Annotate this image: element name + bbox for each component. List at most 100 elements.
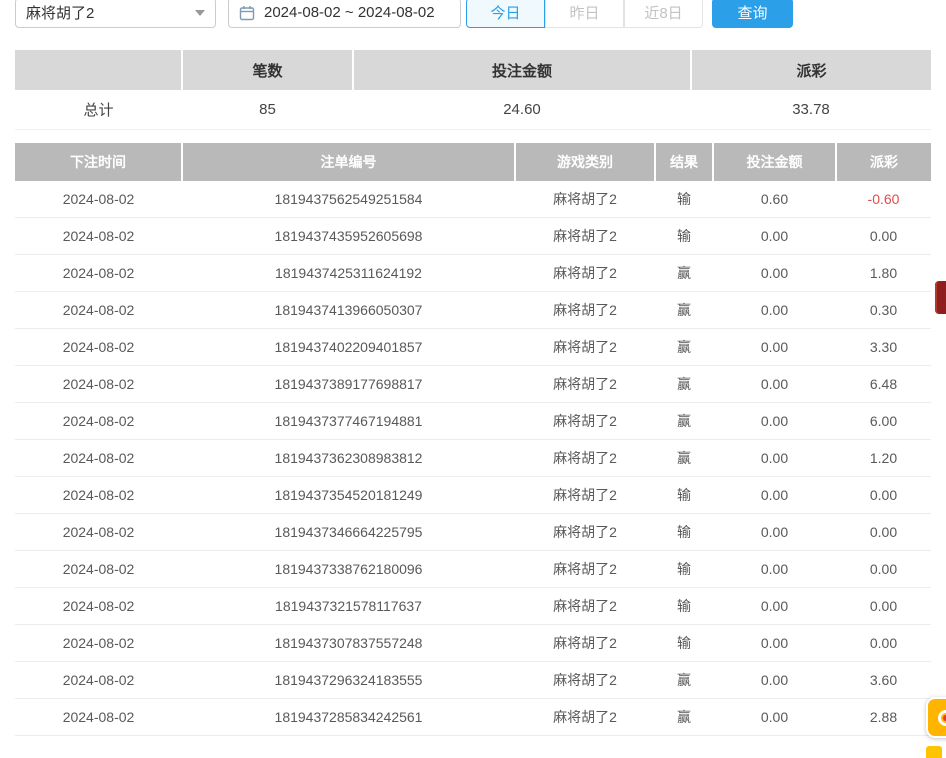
bet-amount-cell: 0.00 [713, 477, 836, 514]
bet-table-header-row: 下注时间 注单编号 游戏类别 结果 投注金额 派彩 [15, 143, 931, 181]
order-id-cell: 1819437413966050307 [182, 292, 515, 329]
last-8-days-button[interactable]: 近8日 [624, 0, 703, 28]
payout-cell: 0.00 [836, 551, 931, 588]
table-row: 2024-08-021819437562549251584麻将胡了2输0.60-… [15, 181, 931, 218]
game-type-cell: 麻将胡了2 [515, 181, 655, 218]
bet-time-cell: 2024-08-02 [15, 551, 182, 588]
result-cell: 输 [655, 551, 713, 588]
bet-time-cell: 2024-08-02 [15, 625, 182, 662]
payout-cell: 0.00 [836, 625, 931, 662]
header-order-id: 注单编号 [182, 143, 515, 181]
payout-cell: 0.00 [836, 514, 931, 551]
table-row: 2024-08-021819437362308983812麻将胡了2赢0.001… [15, 440, 931, 477]
table-row: 2024-08-021819437435952605698麻将胡了2输0.000… [15, 218, 931, 255]
order-id-cell: 1819437377467194881 [182, 403, 515, 440]
game-type-cell: 麻将胡了2 [515, 403, 655, 440]
result-cell: 赢 [655, 662, 713, 699]
payout-cell: 3.60 [836, 662, 931, 699]
bet-time-cell: 2024-08-02 [15, 292, 182, 329]
result-cell: 输 [655, 218, 713, 255]
order-id-cell: 1819437362308983812 [182, 440, 515, 477]
bet-time-cell: 2024-08-02 [15, 514, 182, 551]
headset-icon [938, 710, 946, 726]
summary-total-row: 总计 85 24.60 33.78 [15, 90, 931, 129]
result-cell: 输 [655, 477, 713, 514]
date-range-value: 2024-08-02 ~ 2024-08-02 [264, 4, 435, 21]
order-id-cell: 1819437435952605698 [182, 218, 515, 255]
bet-amount-cell: 0.00 [713, 551, 836, 588]
result-cell: 赢 [655, 403, 713, 440]
bet-amount-cell: 0.00 [713, 366, 836, 403]
bet-amount-cell: 0.00 [713, 440, 836, 477]
bet-table-body: 2024-08-021819437562549251584麻将胡了2输0.60-… [15, 181, 931, 736]
game-type-cell: 麻将胡了2 [515, 514, 655, 551]
order-id-cell: 1819437296324183555 [182, 662, 515, 699]
game-type-cell: 麻将胡了2 [515, 329, 655, 366]
table-row: 2024-08-021819437338762180096麻将胡了2输0.000… [15, 551, 931, 588]
secondary-float-icon[interactable] [926, 746, 942, 758]
game-type-cell: 麻将胡了2 [515, 255, 655, 292]
result-cell: 赢 [655, 329, 713, 366]
order-id-cell: 1819437354520181249 [182, 477, 515, 514]
summary-header-count: 笔数 [182, 50, 353, 90]
payout-cell: 0.30 [836, 292, 931, 329]
bet-amount-cell: 0.00 [713, 218, 836, 255]
bet-amount-cell: 0.00 [713, 255, 836, 292]
bet-time-cell: 2024-08-02 [15, 181, 182, 218]
date-range-input[interactable]: 2024-08-02 ~ 2024-08-02 [228, 0, 461, 28]
bet-time-cell: 2024-08-02 [15, 255, 182, 292]
game-type-cell: 麻将胡了2 [515, 588, 655, 625]
bet-amount-cell: 0.00 [713, 292, 836, 329]
result-cell: 赢 [655, 440, 713, 477]
game-type-cell: 麻将胡了2 [515, 292, 655, 329]
today-button[interactable]: 今日 [466, 0, 545, 28]
game-type-cell: 麻将胡了2 [515, 218, 655, 255]
table-row: 2024-08-021819437354520181249麻将胡了2输0.000… [15, 477, 931, 514]
summary-header-blank [15, 50, 182, 90]
bet-amount-cell: 0.00 [713, 588, 836, 625]
game-type-cell: 麻将胡了2 [515, 366, 655, 403]
payout-cell: 1.80 [836, 255, 931, 292]
yesterday-button[interactable]: 昨日 [545, 0, 624, 28]
bet-amount-cell: 0.00 [713, 699, 836, 736]
header-payout: 派彩 [836, 143, 931, 181]
promo-ribbon-float[interactable] [935, 281, 946, 314]
table-row: 2024-08-021819437307837557248麻将胡了2输0.000… [15, 625, 931, 662]
game-select[interactable]: 麻将胡了2 [15, 0, 216, 28]
result-cell: 赢 [655, 255, 713, 292]
bet-time-cell: 2024-08-02 [15, 366, 182, 403]
payout-cell: 0.00 [836, 588, 931, 625]
table-row: 2024-08-021819437377467194881麻将胡了2赢0.006… [15, 403, 931, 440]
table-row: 2024-08-021819437389177698817麻将胡了2赢0.006… [15, 366, 931, 403]
search-button[interactable]: 查询 [712, 0, 793, 28]
summary-total-count: 85 [182, 90, 353, 129]
game-type-cell: 麻将胡了2 [515, 662, 655, 699]
order-id-cell: 1819437562549251584 [182, 181, 515, 218]
result-cell: 赢 [655, 366, 713, 403]
header-bet-time: 下注时间 [15, 143, 182, 181]
result-cell: 输 [655, 514, 713, 551]
order-id-cell: 1819437389177698817 [182, 366, 515, 403]
bet-time-cell: 2024-08-02 [15, 477, 182, 514]
summary-table: 笔数 投注金额 派彩 总计 85 24.60 33.78 [15, 50, 931, 130]
payout-cell: 0.00 [836, 477, 931, 514]
bet-amount-cell: 0.00 [713, 662, 836, 699]
summary-header-payout: 派彩 [691, 50, 931, 90]
summary-header-row: 笔数 投注金额 派彩 [15, 50, 931, 90]
game-type-cell: 麻将胡了2 [515, 699, 655, 736]
result-cell: 输 [655, 181, 713, 218]
table-row: 2024-08-021819437346664225795麻将胡了2输0.000… [15, 514, 931, 551]
table-row: 2024-08-021819437285834242561麻将胡了2赢0.002… [15, 699, 931, 736]
table-row: 2024-08-021819437413966050307麻将胡了2赢0.000… [15, 292, 931, 329]
bet-amount-cell: 0.00 [713, 625, 836, 662]
dropdown-caret-icon [195, 10, 205, 16]
bet-time-cell: 2024-08-02 [15, 588, 182, 625]
bet-time-cell: 2024-08-02 [15, 403, 182, 440]
bet-time-cell: 2024-08-02 [15, 218, 182, 255]
order-id-cell: 1819437321578117637 [182, 588, 515, 625]
order-id-cell: 1819437307837557248 [182, 625, 515, 662]
customer-service-float-icon[interactable] [926, 697, 946, 738]
table-row: 2024-08-021819437402209401857麻将胡了2赢0.003… [15, 329, 931, 366]
order-id-cell: 1819437285834242561 [182, 699, 515, 736]
payout-cell: 2.88 [836, 699, 931, 736]
